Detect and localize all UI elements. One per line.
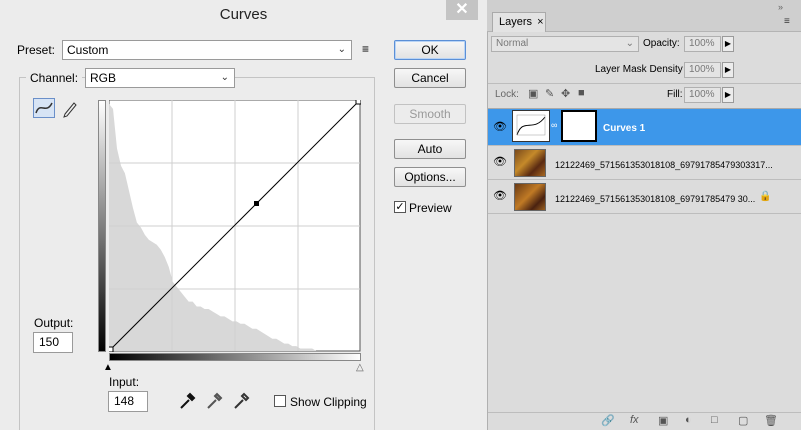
adjustment-layer-icon[interactable]: ◐ [685, 414, 692, 426]
new-group-icon[interactable]: □ [711, 414, 718, 426]
input-label: Input: [109, 375, 140, 389]
panel-menu-icon[interactable]: ≡ [784, 16, 790, 27]
dialog-title: Curves [0, 0, 487, 30]
lock-position-icon[interactable]: ✥ [561, 87, 570, 100]
black-point[interactable] [109, 346, 114, 352]
preview-label: Preview [409, 201, 452, 215]
curves-graph[interactable] [109, 100, 361, 352]
adjustment-thumbnail [512, 110, 550, 142]
preset-options-icon[interactable]: ≡ [362, 42, 369, 56]
divider [488, 83, 801, 84]
lock-label: Lock: [495, 89, 519, 100]
fx-icon[interactable]: fx [630, 414, 639, 426]
fill-label: Fill: [667, 89, 683, 100]
mask-density-label: Layer Mask Density [595, 64, 683, 75]
eye-icon[interactable]: 👁 [488, 180, 512, 213]
eye-icon[interactable]: 👁 [488, 146, 512, 179]
lock-all-icon[interactable]: ■ [578, 87, 585, 99]
output-gradient-bar [98, 100, 106, 352]
curve-point-tool-icon[interactable] [33, 98, 55, 118]
layer-name[interactable]: Curves 1 [603, 123, 645, 134]
trash-icon[interactable]: 🗑 [764, 414, 778, 427]
ok-button[interactable]: OK [394, 40, 466, 60]
layer-name[interactable]: 12122469_571561353018108_697917854793033… [555, 160, 773, 170]
gray-eyedropper-icon[interactable] [205, 392, 223, 413]
link-layers-icon[interactable]: 🔗 [601, 414, 615, 427]
mask-density-field[interactable]: 100% [684, 62, 721, 78]
tab-close-icon[interactable]: × [537, 16, 543, 28]
auto-button[interactable]: Auto [394, 139, 466, 159]
mask-density-arrow-icon[interactable]: ▶ [722, 62, 734, 78]
input-gradient-bar [109, 353, 361, 361]
smooth-button[interactable]: Smooth [394, 104, 466, 124]
eye-icon[interactable]: 👁 [488, 111, 512, 144]
collapse-icon[interactable]: » [778, 2, 783, 12]
preset-value: Custom [67, 43, 109, 57]
opacity-field[interactable]: 100% [684, 36, 721, 52]
preview-checkbox[interactable]: ✓ [394, 201, 406, 213]
chevron-down-icon: ⌄ [337, 44, 346, 55]
show-clipping-checkbox[interactable] [274, 395, 286, 407]
channel-label: Channel: [26, 71, 83, 85]
black-eyedropper-icon[interactable] [178, 392, 196, 413]
tab-layers[interactable]: Layers × [492, 12, 546, 32]
options-button[interactable]: Options... [394, 167, 466, 187]
channel-value: RGB [90, 71, 117, 85]
chevron-down-icon: ⌄ [625, 38, 634, 49]
lock-icon: 🔒 [759, 191, 772, 202]
black-slider-icon[interactable]: ▲ [103, 362, 113, 373]
layer-thumbnail [514, 149, 546, 177]
output-label: Output: [34, 316, 74, 330]
show-clipping-label: Show Clipping [290, 395, 367, 409]
mask-thumbnail[interactable] [561, 110, 597, 142]
add-mask-icon[interactable]: ▣ [658, 414, 668, 427]
blend-mode-value: Normal [496, 38, 529, 49]
lock-transparent-icon[interactable]: ▣ [528, 87, 538, 100]
curve-point[interactable] [254, 201, 259, 206]
layers-bottom-bar [488, 412, 801, 430]
white-eyedropper-icon[interactable] [232, 392, 250, 413]
input-field[interactable]: 148 [108, 391, 148, 412]
opacity-label: Opacity: [643, 38, 680, 49]
cancel-button[interactable]: Cancel [394, 68, 466, 88]
close-button[interactable]: ✕ [446, 0, 478, 20]
link-icon[interactable]: ∞ [551, 120, 557, 130]
fill-field[interactable]: 100% [684, 87, 721, 103]
preset-label: Preset: [17, 43, 56, 57]
opacity-arrow-icon[interactable]: ▶ [722, 36, 734, 52]
preset-select[interactable]: Custom ⌄ [62, 40, 352, 60]
white-slider-icon[interactable]: △ [356, 362, 364, 373]
output-field[interactable]: 150 [33, 332, 73, 353]
pencil-icon[interactable] [60, 98, 80, 118]
lock-paint-icon[interactable]: ✎ [545, 87, 554, 100]
chevron-down-icon: ⌄ [220, 72, 229, 83]
white-point[interactable] [355, 100, 361, 105]
layer-thumbnail [514, 183, 546, 211]
layer-name[interactable]: 12122469_571561353018108_69791785479 30.… [555, 194, 755, 204]
channel-select[interactable]: RGB ⌄ [85, 68, 235, 88]
fill-arrow-icon[interactable]: ▶ [722, 87, 734, 103]
blend-mode-select[interactable]: Normal ⌄ [491, 36, 639, 52]
new-layer-icon[interactable]: ▢ [738, 414, 748, 427]
tab-layers-label: Layers [499, 16, 533, 28]
